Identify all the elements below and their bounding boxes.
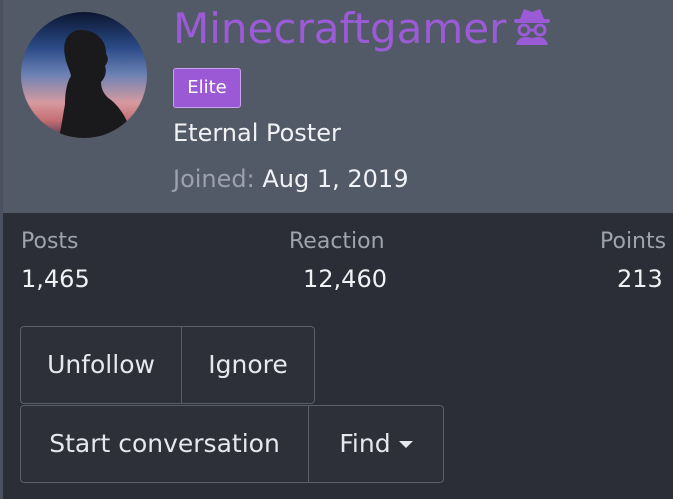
joined-info: Joined: Aug 1, 2019 [173,165,408,193]
joined-date: Aug 1, 2019 [262,165,409,193]
avatar-silhouette [59,30,133,138]
joined-label: Joined: [173,165,255,193]
chevron-down-icon [398,441,413,448]
start-conversation-button[interactable]: Start conversation [20,405,309,483]
user-title: Eternal Poster [173,119,341,147]
user-group-badge: Elite [173,68,241,108]
member-profile-card: Minecraftgamer Elite Eternal Poster Join… [0,0,673,499]
find-dropdown-button[interactable]: Find [308,405,444,483]
incognito-spy-icon [510,5,554,55]
avatar[interactable] [21,12,147,138]
posts-label: Posts [21,229,79,254]
find-label: Find [339,429,391,458]
points-label: Points [600,229,667,254]
reaction-value[interactable]: 12,460 [303,265,387,293]
reaction-label: Reaction [289,229,385,254]
posts-value[interactable]: 1,465 [21,265,90,293]
ignore-button[interactable]: Ignore [181,326,315,404]
username[interactable]: Minecraftgamer [173,4,554,55]
profile-header: Minecraftgamer Elite Eternal Poster Join… [3,0,673,213]
unfollow-button[interactable]: Unfollow [20,326,182,404]
username-text[interactable]: Minecraftgamer [173,4,506,53]
points-value[interactable]: 213 [617,265,663,293]
